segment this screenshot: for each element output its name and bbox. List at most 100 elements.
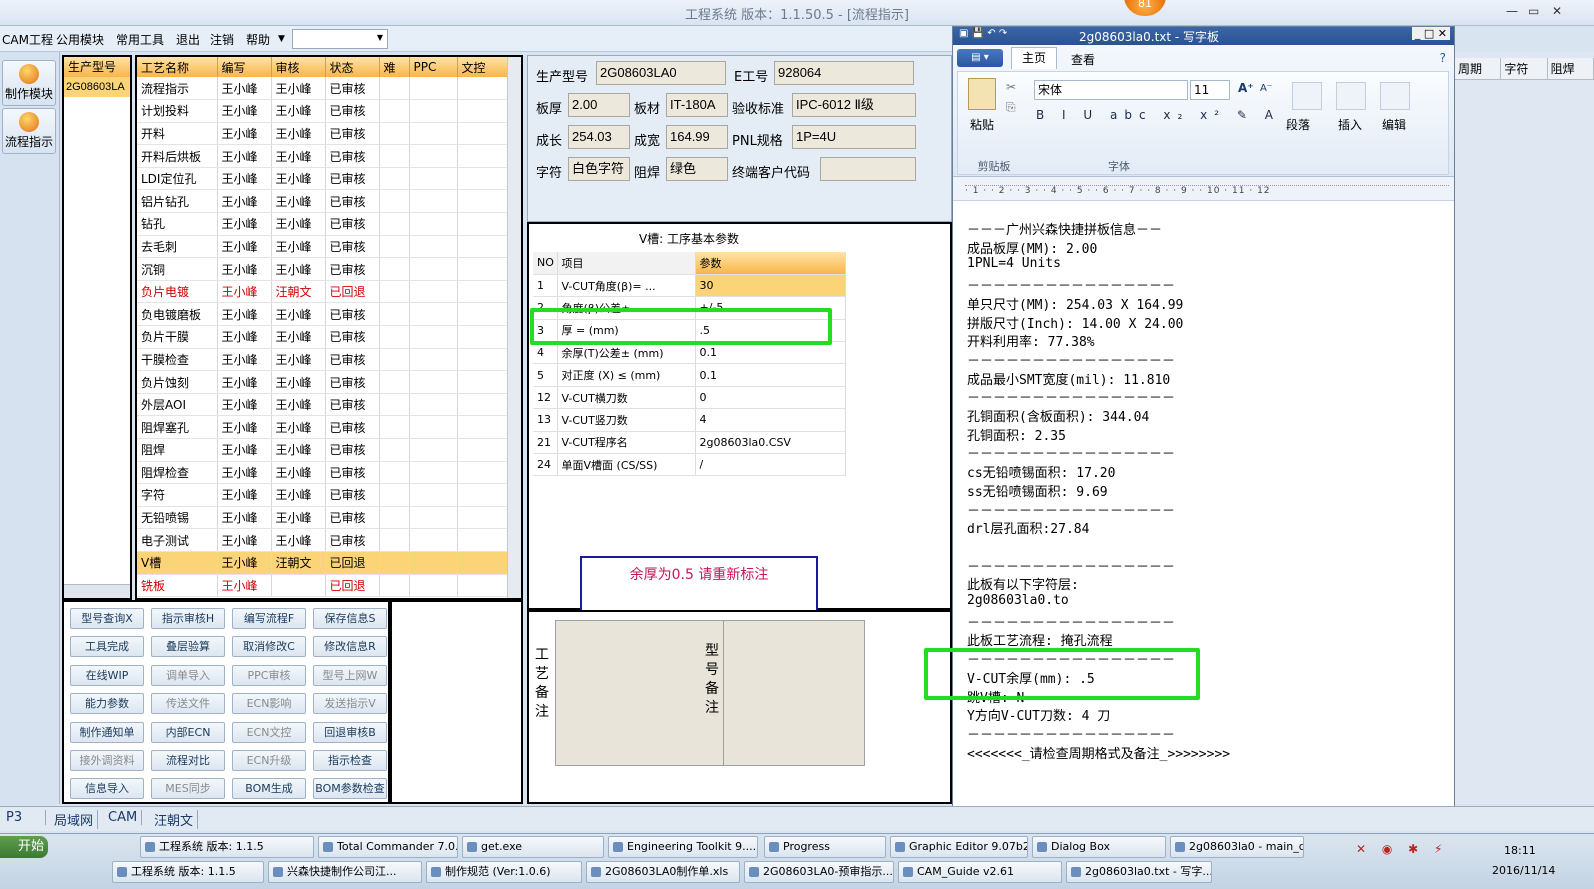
wordpad-window-controls[interactable]: _ □ ✕ <box>1411 27 1450 40</box>
paragraph-label[interactable]: 段落 <box>1286 116 1310 133</box>
function-button[interactable]: 修改信息R <box>313 636 387 658</box>
function-button[interactable]: 发送指示V <box>313 693 387 715</box>
function-button[interactable]: 调单导入 <box>151 664 225 686</box>
pnl-field[interactable]: 1P=4U <box>792 125 916 149</box>
function-button[interactable]: 传送文件 <box>151 693 225 715</box>
customer-code-field[interactable] <box>820 157 916 181</box>
font-format-buttons[interactable]: B I U abc x₂ x² ✎ A <box>1036 108 1280 122</box>
function-button[interactable]: 回退审核B <box>313 721 387 743</box>
function-button[interactable]: 型号查询X <box>70 608 144 629</box>
taskbar-item[interactable]: Dialog Box <box>1032 836 1166 858</box>
function-button[interactable]: BOM参数检查 <box>313 778 387 800</box>
table-row[interactable]: 铣板 王小峰 已回退 <box>137 574 510 598</box>
right-column-header[interactable]: 周期 <box>1455 58 1502 79</box>
table-row[interactable]: 铝片钻孔 王小峰 王小峰 已审核 <box>137 189 510 214</box>
taskbar-item[interactable]: get.exe <box>462 836 604 858</box>
table-row[interactable]: 钻孔 王小峰 王小峰 已审核 <box>137 212 510 236</box>
horizontal-scrollbar[interactable] <box>64 584 130 598</box>
taskbar-item[interactable]: Engineering Toolkit 9.... <box>608 836 758 858</box>
right-column-header[interactable]: 字符 <box>1501 58 1548 79</box>
taskbar-item[interactable]: 2G08603LA0-预审指示... <box>744 861 894 883</box>
function-button[interactable]: 信息导入 <box>70 778 144 800</box>
param-row[interactable]: 5 对正度 (X) ≤ (mm) 0.1 <box>533 363 846 387</box>
restore-button[interactable]: ▭ <box>1528 4 1539 18</box>
mask-field[interactable]: 绿色 <box>666 157 728 181</box>
function-button[interactable]: 内部ECN <box>151 721 225 743</box>
function-button[interactable]: ECN影响 <box>232 693 306 715</box>
function-button[interactable]: 接外调资料 <box>70 750 144 771</box>
table-row[interactable]: 字符 王小峰 王小峰 已审核 <box>137 483 510 507</box>
function-button[interactable]: 流程对比 <box>151 750 225 771</box>
wordpad-menu-button[interactable]: ▤ ▾ <box>957 49 1003 67</box>
function-button[interactable]: 取消修改C <box>232 636 306 658</box>
help-icon[interactable]: ? <box>1440 51 1446 65</box>
table-row[interactable]: 负片电镀 王小峰 汪朝文 已回退 <box>137 280 510 304</box>
table-row[interactable]: 开料后烘板 王小峰 王小峰 已审核 <box>137 144 510 168</box>
thickness-field[interactable]: 2.00 <box>568 93 630 117</box>
table-row[interactable]: V槽 王小峰 汪朝文 已回退 <box>137 550 510 575</box>
material-field[interactable]: IT-180A <box>666 93 728 117</box>
make-module-button[interactable]: 制作模块 <box>2 60 56 106</box>
param-row[interactable]: 13 V-CUT竖刀数 4 <box>533 408 846 432</box>
char-field[interactable]: 白色字符 <box>568 157 630 181</box>
insert-label[interactable]: 插入 <box>1338 116 1362 133</box>
shrink-font-icon[interactable]: A⁻ <box>1260 83 1272 94</box>
column-header[interactable]: 工艺名称 <box>137 57 218 77</box>
vertical-scrollbar[interactable] <box>507 57 521 598</box>
standard-field[interactable]: IPC-6012 Ⅱ级 <box>792 93 916 117</box>
menu-dropdown-icon[interactable]: ▼ <box>278 34 285 44</box>
taskbar-item[interactable]: 工程系统 版本: 1.1.5 <box>140 836 314 858</box>
column-header[interactable]: 审核 <box>271 57 326 77</box>
process-remark-field[interactable] <box>555 620 727 766</box>
model-field[interactable]: 2G08603LA0 <box>596 61 726 85</box>
function-button[interactable]: MES同步 <box>151 778 225 800</box>
function-button[interactable]: BOM生成 <box>232 778 306 800</box>
column-header[interactable]: 编写 <box>217 57 272 77</box>
function-button[interactable]: 型号上网W <box>313 664 387 686</box>
function-button[interactable]: ECN升级 <box>232 750 306 771</box>
start-button[interactable]: 开始 <box>0 836 48 858</box>
taskbar-item[interactable]: 工程系统 版本: 1.1.5 <box>112 861 264 883</box>
cut-icon[interactable]: ✂ <box>1006 80 1016 94</box>
taskbar-item[interactable]: 制作规范 (Ver:1.0.6) <box>426 861 582 883</box>
table-row[interactable]: LDI定位孔 王小峰 王小峰 已审核 <box>137 167 510 191</box>
insert-icon[interactable] <box>1336 82 1366 110</box>
function-button[interactable]: 叠层验算 <box>151 636 225 658</box>
table-row[interactable]: 负片蚀刻 王小峰 王小峰 已审核 <box>137 370 510 394</box>
table-row[interactable]: 去毛刺 王小峰 王小峰 已审核 <box>137 235 510 259</box>
tab-home[interactable]: 主页 <box>1011 47 1057 69</box>
edit-icon[interactable] <box>1380 82 1410 110</box>
model-list-item[interactable]: 2G08603LA <box>64 77 130 97</box>
minimize-button[interactable]: — <box>1506 4 1518 18</box>
column-header[interactable]: PPC <box>409 57 458 77</box>
taskbar-item[interactable]: 2g08603la0.txt - 写字... <box>1066 861 1212 883</box>
param-row[interactable]: 12 V-CUT横刀数 0 <box>533 386 846 410</box>
wordpad-app-icon[interactable]: ▣ 💾 ↶ ↷ <box>959 28 1007 39</box>
function-button[interactable]: 编写流程F <box>232 608 306 629</box>
copy-icon[interactable]: ⎘ <box>1006 100 1016 115</box>
taskbar-item[interactable]: 兴森快捷制作公司江... <box>268 861 422 883</box>
function-button[interactable]: 制作通知单 <box>70 721 144 743</box>
font-name-select[interactable]: 宋体 <box>1034 80 1188 100</box>
table-row[interactable]: 沉铜 王小峰 王小峰 已审核 <box>137 257 510 281</box>
menu-help[interactable]: 帮助 <box>246 31 270 48</box>
menu-cam[interactable]: CAM工程 <box>2 31 53 48</box>
menu-logout[interactable]: 注销 <box>210 31 234 48</box>
table-row[interactable]: 阻焊 王小峰 王小峰 已审核 <box>137 438 510 462</box>
table-row[interactable]: 开料 王小峰 王小峰 已审核 <box>137 122 510 146</box>
column-header[interactable]: 状态 <box>325 57 380 77</box>
model-remark-field[interactable] <box>723 620 865 766</box>
right-column-header[interactable]: 阻焊 <box>1548 58 1594 79</box>
param-row[interactable]: 1 V-CUT角度(β)= ... 30 <box>533 274 846 298</box>
tray-icons[interactable]: ✕ ◉ ✱ ⚡ <box>1356 842 1448 856</box>
function-button[interactable]: PPC审核 <box>232 664 306 686</box>
column-header[interactable]: 文控 <box>457 57 510 77</box>
status-p3[interactable]: P3 <box>2 810 46 825</box>
taskbar-item[interactable]: CAM_Guide v2.61 <box>898 861 1062 883</box>
table-row[interactable]: 阻焊检查 王小峰 王小峰 已审核 <box>137 461 510 485</box>
font-size-select[interactable]: 11 <box>1190 80 1230 100</box>
param-row[interactable]: 21 V-CUT程序名 2g08603la0.CSV <box>533 431 846 455</box>
function-button[interactable]: 指示检查 <box>313 750 387 771</box>
function-button[interactable]: 保存信息S <box>313 608 387 629</box>
taskbar-item[interactable]: 2G08603LA0制作单.xls <box>586 861 740 883</box>
